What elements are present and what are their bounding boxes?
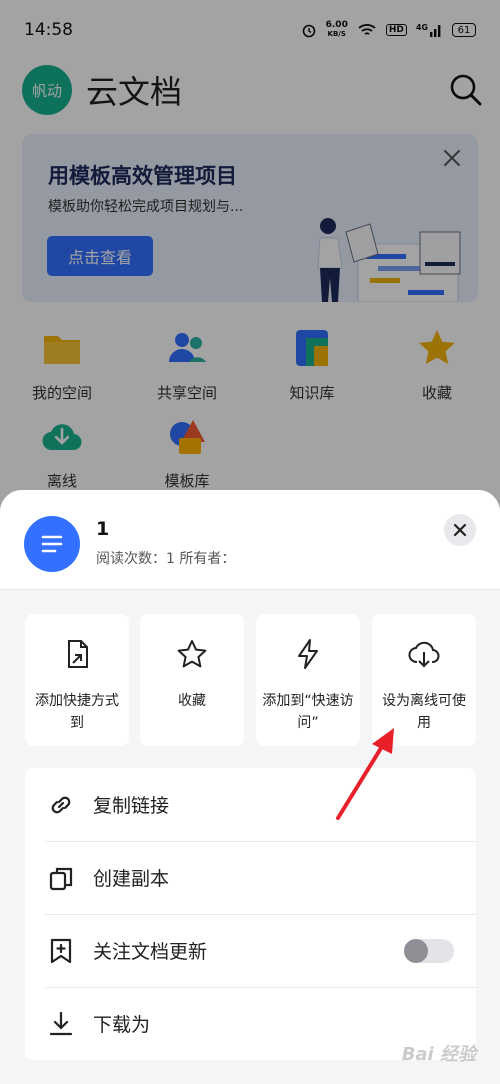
close-icon [453,523,467,537]
action-add-shortcut[interactable]: 添加快捷方式到 [25,614,129,746]
sheet-header: 1 阅读次数：1 所有者： [0,490,500,590]
doc-lines-icon [41,535,63,553]
action-label: 收藏 [178,693,206,709]
sheet-close-button[interactable] [444,514,476,546]
download-icon [49,1011,73,1035]
document-action-sheet: 1 阅读次数：1 所有者： 添加快捷方式到 收藏 添加到“快速访问” 设为离线可… [0,490,500,1084]
menu-list: 复制链接 创建副本 关注文档更新 下载为 [25,768,476,1060]
document-icon [24,516,80,572]
shortcut-icon [68,640,88,668]
menu-label: 创建副本 [93,868,170,890]
document-title: 1 [96,518,110,540]
lightning-icon [298,639,318,669]
copy-icon [49,867,73,890]
cloud-download-icon [408,641,440,668]
menu-label: 复制链接 [93,795,170,817]
toggle-knob [404,939,428,963]
menu-create-copy[interactable]: 创建副本 [25,841,476,914]
action-label: 添加快捷方式到 [35,693,119,731]
follow-updates-toggle[interactable] [404,939,454,963]
star-outline-icon [177,640,207,668]
link-icon [51,796,71,813]
bookmark-plus-icon [50,938,72,963]
document-meta: 阅读次数：1 所有者： [96,551,236,567]
menu-label: 下载为 [93,1014,151,1036]
action-favorite[interactable]: 收藏 [140,614,244,746]
menu-copy-link[interactable]: 复制链接 [25,768,476,841]
action-cards: 添加快捷方式到 收藏 添加到“快速访问” 设为离线可使用 [25,614,476,746]
watermark: Bai 经验 [401,1044,476,1065]
annotation-arrow-icon [336,728,394,820]
menu-label: 关注文档更新 [93,941,208,963]
menu-follow-updates: 关注文档更新 [25,914,476,987]
